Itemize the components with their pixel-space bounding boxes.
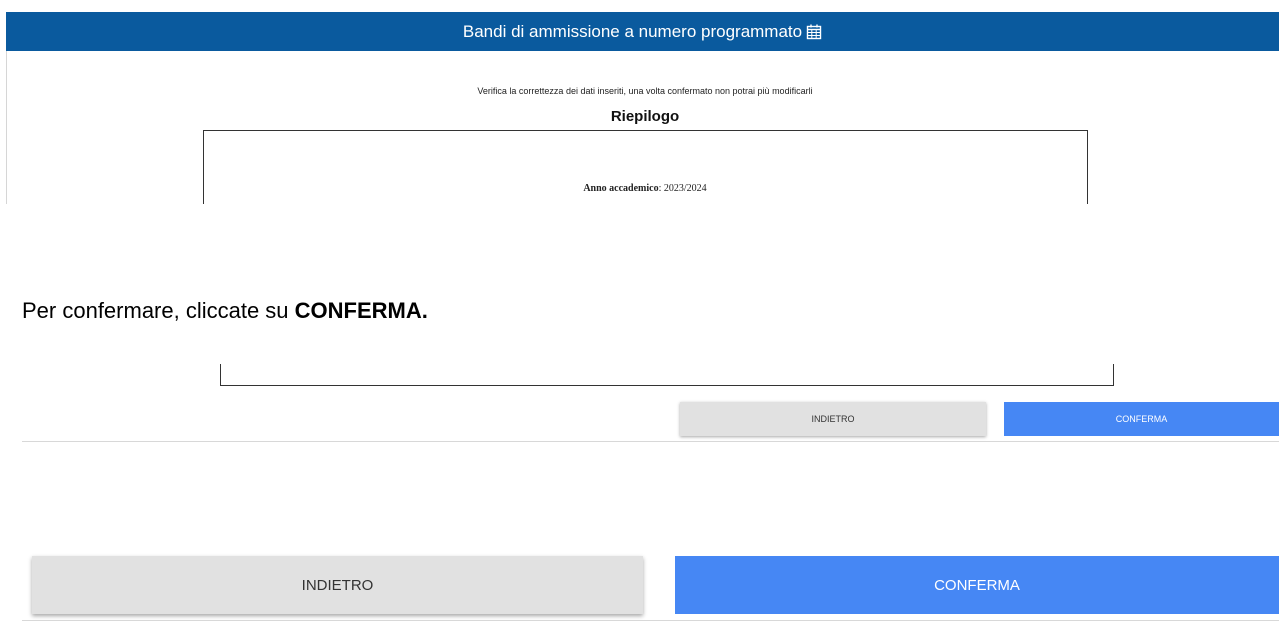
instruction-prefix: Per confermare, cliccate su	[22, 298, 295, 323]
instruction-highlight: CONFERMA.	[294, 298, 428, 323]
header-bar: Bandi di ammissione a numero programmato	[6, 12, 1279, 51]
confirm-button[interactable]: CONFERMA	[1004, 402, 1279, 436]
confirm-button-zoomed[interactable]: CONFERMA	[675, 556, 1279, 614]
summary-title: Riepilogo	[610, 108, 680, 125]
academic-year-label: Anno accademico	[583, 183, 659, 194]
back-button-zoomed[interactable]: INDIETRO	[32, 556, 643, 614]
header-title: Bandi di ammissione a numero programmato	[462, 21, 803, 41]
instruction-text: Per confermare, cliccate su CONFERMA.	[22, 298, 428, 324]
academic-year-value: : 2023/2024	[658, 183, 707, 194]
calendar-icon	[806, 24, 822, 40]
summary-buttons-screenshot: INDIETRO CONFERMA	[0, 364, 1279, 444]
divider	[22, 620, 1279, 621]
zoomed-buttons-screenshot: INDIETRO CONFERMA	[0, 548, 1279, 622]
divider	[22, 441, 1279, 442]
summary-box-bottom	[220, 364, 1114, 386]
summary-page-screenshot: Bandi di ammissione a numero programmato…	[0, 0, 1279, 204]
verification-notice: Verifica la correttezza dei dati inserit…	[477, 86, 813, 96]
academic-year-line: Anno accademico: 2023/2024	[0, 183, 1279, 194]
back-button[interactable]: INDIETRO	[680, 402, 986, 436]
page-left-border	[6, 51, 7, 204]
